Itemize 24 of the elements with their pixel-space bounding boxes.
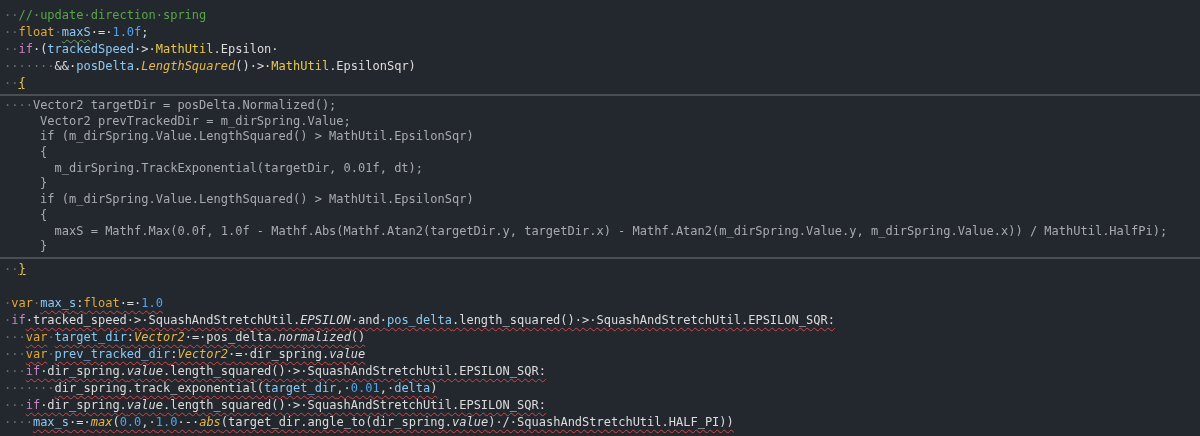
code-line: ···var·target_dir:Vector2·=·pos_delta.normalized() [4, 328, 366, 346]
code-line: Vector2 prevTrackedDir = m_dirSpring.Value; [39, 113, 351, 130]
code-line: if (m_dirSpring.Value.LengthSquared() > MathUtil.EpsilonSqr) [39, 192, 474, 208]
code-line: ··//·update·direction·spring [4, 7, 207, 24]
code-line: ·var·max_s:float·=·1.0 [4, 294, 163, 312]
code-line: ·······&&·posDelta.LengthSquared()·>·MathUtil.EpsilonSqr) [4, 58, 416, 75]
code-line: } [39, 239, 48, 255]
code-line: ····Vector2 targetDir = posDelta.Normalized(); [4, 98, 337, 114]
code-line: ··{ [4, 75, 26, 92]
code-line: { [39, 145, 48, 161]
code-line: ···if·dir_spring.value.length_squared()·>·SquashAndStretchUtil.EPSILON_SQR: [4, 362, 546, 380]
code-line: ·······dir_spring.track_exponential(target_dir,·0.01,·delta) [4, 379, 438, 397]
code-line: { [39, 207, 48, 224]
code-line: ···if·dir_spring.value.length_squared()·>·SquashAndStretchUtil.EPSILON_SQR: [4, 396, 546, 414]
code-line: m_dirSpring.TrackExponential(targetDir, 0.01f, dt); [53, 160, 424, 177]
code-line: ··} [4, 260, 26, 278]
code-line: ····max_s·=·max(0.0,·1.0·-·abs(target_dir.angle_to(dir_spring.value)·/·SquashAndStretchUtil.HALF_PI)) [4, 413, 734, 431]
code-line: if (m_dirSpring.Value.LengthSquared() > MathUtil.EpsilonSqr) [39, 129, 474, 146]
code-line: maxS = Mathf.Max(0.0f, 1.0f - Mathf.Abs(Mathf.Atan2(targetDir.y, targetDir.x) - Mathf.Atan2(m_dirSpring.Value.y, m_dirSpring.Value.x)) / MathUtil.HalfPi); [53, 223, 1168, 240]
code-line: ··if·(trackedSpeed·>·MathUtil.Epsilon· [4, 41, 279, 58]
code-line: ·if·tracked_speed·>·SquashAndStretchUtil.EPSILON·and·pos_delta.length_squared()·>·SquashAndStretchUtil.EPSILON_SQR: [4, 311, 835, 329]
code-line: } [39, 176, 48, 193]
code-line: ···var·prev_tracked_dir:Vector2·=·dir_spring.value [4, 345, 366, 363]
code-line: ··float·maxS·=·1.0f; [4, 24, 149, 41]
